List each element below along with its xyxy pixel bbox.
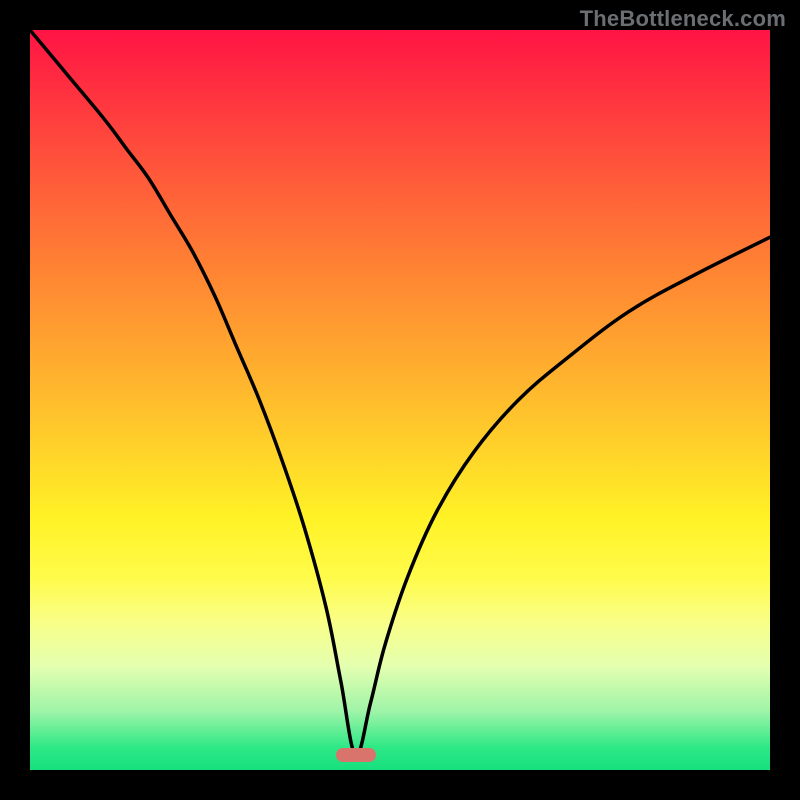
watermark-text: TheBottleneck.com [580,6,786,32]
plot-area [30,30,770,770]
curve-path [30,30,770,756]
chart-frame: TheBottleneck.com [0,0,800,800]
minimum-marker [336,748,376,762]
bottleneck-curve [30,30,770,770]
